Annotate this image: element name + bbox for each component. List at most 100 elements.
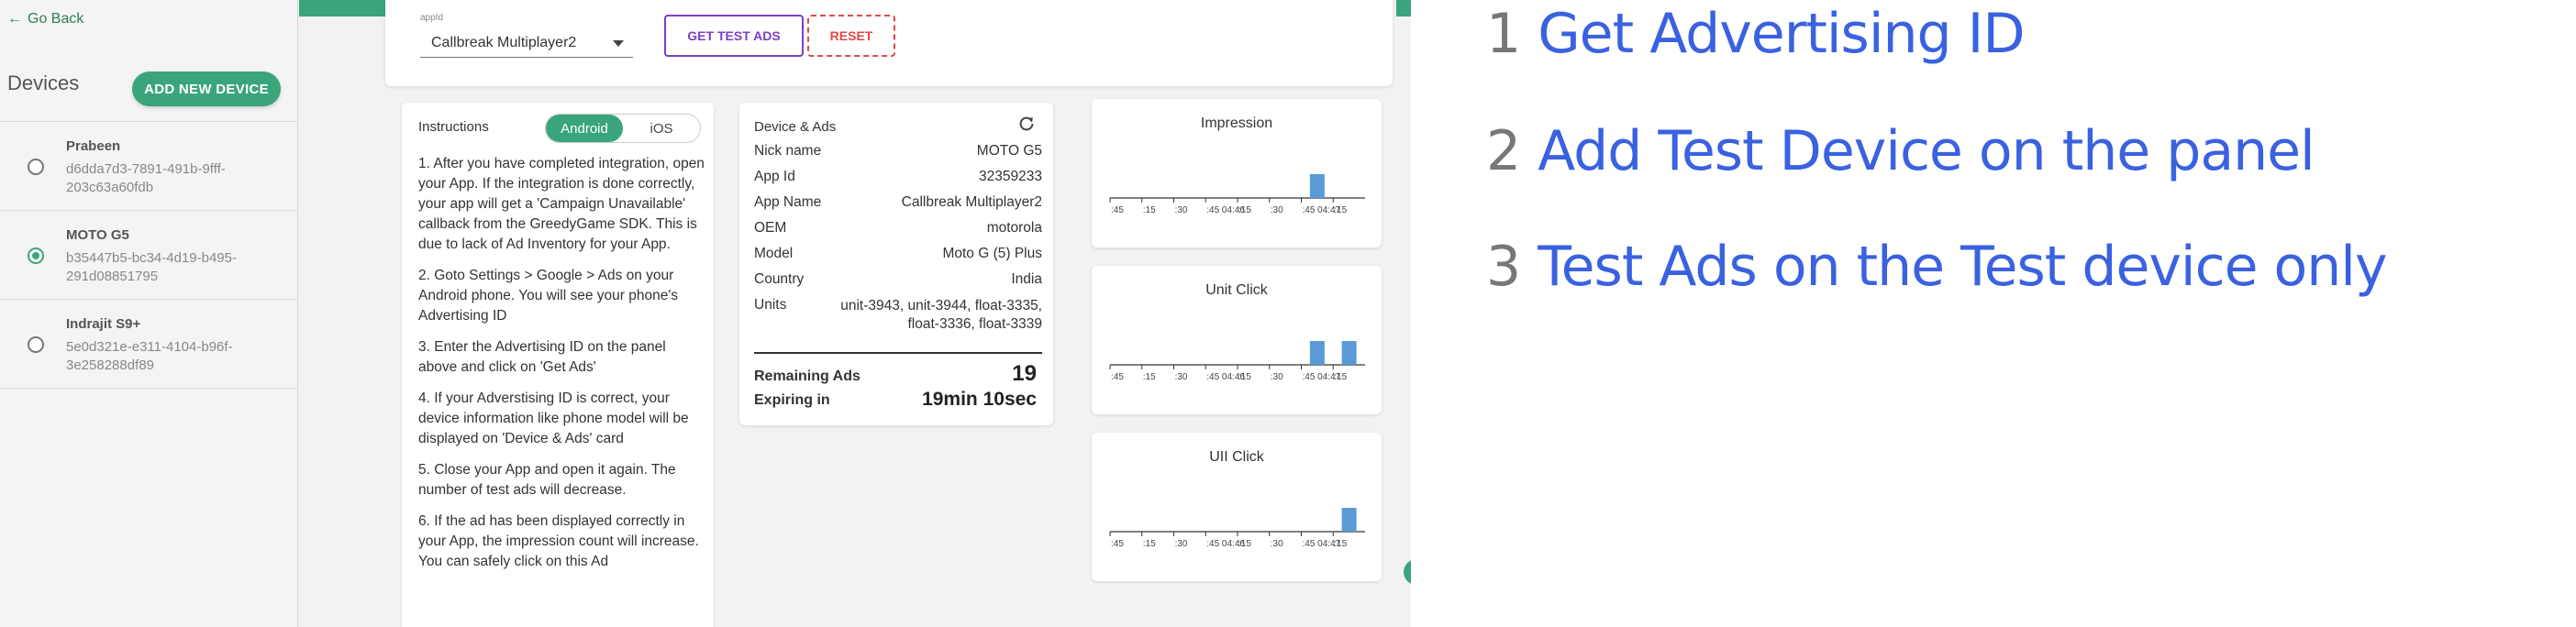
info-key: Country	[754, 271, 805, 287]
chart-bar	[1341, 508, 1357, 532]
device-radio-selected[interactable]	[28, 248, 44, 264]
instruction-step: 5. Close your App and open it again. The…	[418, 462, 676, 498]
info-value: Moto G (5) Plus	[942, 246, 1042, 261]
step-text: Test Ads on the Test device only	[1538, 235, 2387, 299]
info-value: Callbreak Multiplayer2	[901, 194, 1042, 210]
device-id: 5e0d321e-e311-4104-b96f-3e258288df89	[66, 339, 233, 373]
device-name: Prabeen	[66, 138, 121, 154]
header-strip-right	[1396, 0, 1411, 16]
reset-button[interactable]: RESET	[807, 15, 895, 57]
device-radio[interactable]	[28, 336, 44, 353]
step-item: 1 Get Advertising ID	[1486, 2, 2026, 66]
x-tick-label: :15	[1143, 205, 1156, 215]
os-toggle: Android iOS	[545, 114, 701, 143]
remaining-ads-value: 19	[1012, 361, 1037, 386]
appid-label: appId	[420, 13, 444, 23]
info-value: 32359233	[979, 169, 1042, 184]
x-tick-label: :30	[1175, 372, 1188, 382]
step-number: 3	[1486, 235, 1522, 299]
x-tick-label: :15	[1143, 372, 1156, 382]
tab-android[interactable]: Android	[546, 115, 623, 142]
refresh-icon[interactable]	[1016, 114, 1037, 134]
step-text: Get Advertising ID	[1538, 2, 2025, 66]
go-back-label: Go Back	[28, 11, 84, 27]
uii-click-chart: :45:15:30:45 04:46:15:30:45 04:47:15	[1109, 508, 1365, 549]
impression-chart: :45:15:30:45 04:46:15:30:45 04:47:15	[1109, 174, 1365, 215]
appid-select[interactable]: Callbreak Multiplayer2	[420, 28, 633, 58]
device-item-prabeen[interactable]: Prabeen d6dda7d3-7891-491b-9fff-203c63a6…	[0, 121, 297, 210]
info-key: Model	[754, 246, 794, 261]
step-item: 2 Add Test Device on the panel	[1486, 119, 2315, 183]
x-tick-label: :45	[1111, 205, 1124, 215]
app-selector-card: appId Callbreak Multiplayer2 GET TEST AD…	[385, 0, 1393, 86]
appid-value: Callbreak Multiplayer2	[431, 35, 577, 50]
impression-chart-card: Impression :45:15:30:45 04:46:15:30:45 0…	[1092, 99, 1382, 248]
unit-click-chart-card: Unit Click :45:15:30:45 04:46:15:30:45 0…	[1092, 266, 1382, 414]
x-tick-label: :15	[1334, 372, 1347, 382]
chart-bar	[1341, 341, 1357, 365]
x-tick-label: :30	[1175, 205, 1188, 215]
device-name: MOTO G5	[66, 227, 129, 243]
device-ads-card: Device & Ads Nick name MOTO G5 App Id 32…	[739, 103, 1053, 425]
device-item-moto-g5[interactable]: MOTO G5 b35447b5-bc34-4d19-b495-291d0885…	[0, 210, 297, 299]
instruction-steps: 1. After you have completed integration,…	[418, 154, 708, 583]
sidebar: ← Go Back Devices ADD NEW DEVICE Prabeen…	[0, 0, 298, 627]
instruction-step: 3. Enter the Advertising ID on the panel…	[418, 339, 666, 375]
x-tick-label: :45	[1111, 539, 1124, 549]
device-name: Indrajit S9+	[66, 316, 141, 332]
device-id: b35447b5-bc34-4d19-b495-291d08851795	[66, 250, 237, 284]
info-key: App Name	[754, 194, 822, 210]
steps-panel: 1 Get Advertising ID 2 Add Test Device o…	[1486, 0, 2495, 627]
go-back-link[interactable]: ← Go Back	[7, 11, 83, 28]
expiring-value: 19min 10sec	[922, 389, 1037, 410]
x-tick-label: :30	[1271, 539, 1283, 549]
step-number: 1	[1486, 2, 1522, 66]
x-tick-label: :30	[1271, 205, 1283, 215]
instruction-step: 4. If your Adverstising ID is correct, y…	[418, 390, 689, 446]
info-value: unit-3943, unit-3944, float-3335, float-…	[840, 298, 1042, 332]
device-id: d6dda7d3-7891-491b-9fff-203c63a60fdb	[66, 161, 226, 195]
floating-action-button[interactable]	[1404, 559, 1411, 585]
chart-bar	[1309, 341, 1325, 365]
remaining-ads-label: Remaining Ads	[754, 368, 861, 384]
get-test-ads-button[interactable]: GET TEST ADS	[664, 15, 804, 57]
step-item: 3 Test Ads on the Test device only	[1486, 235, 2387, 299]
instruction-step: 6. If the ad has been displayed correctl…	[418, 513, 699, 569]
expiring-label: Expiring in	[754, 392, 830, 408]
info-value: India	[1011, 271, 1042, 287]
info-key: Nick name	[754, 143, 822, 159]
chart-bar	[1309, 174, 1325, 198]
info-key: Units	[754, 297, 787, 313]
x-tick-label: :30	[1271, 372, 1283, 382]
unit-click-chart: :45:15:30:45 04:46:15:30:45 04:47:15	[1109, 341, 1365, 382]
info-value: motorola	[986, 220, 1042, 236]
x-tick-label: :15	[1143, 539, 1156, 549]
x-tick-label: :15	[1238, 205, 1251, 215]
info-key: OEM	[754, 220, 787, 236]
step-number: 2	[1486, 119, 1522, 183]
uii-click-chart-card: UII Click :45:15:30:45 04:46:15:30:45 04…	[1092, 433, 1382, 581]
step-text: Add Test Device on the panel	[1538, 119, 2315, 183]
divider	[754, 352, 1042, 354]
x-tick-label: :45	[1111, 372, 1124, 382]
device-ads-title: Device & Ads	[754, 119, 837, 135]
arrow-left-icon: ←	[7, 11, 22, 27]
caret-down-icon	[613, 40, 624, 47]
instructions-title: Instructions	[418, 119, 489, 135]
x-tick-label: :30	[1175, 539, 1188, 549]
info-key: App Id	[754, 169, 795, 184]
device-radio[interactable]	[28, 159, 44, 175]
instruction-step: 2. Goto Settings > Google > Ads on your …	[418, 268, 679, 324]
add-new-device-button[interactable]: ADD NEW DEVICE	[132, 72, 281, 106]
x-tick-label: :15	[1334, 205, 1347, 215]
tab-ios[interactable]: iOS	[623, 115, 700, 142]
x-tick-label: :15	[1334, 539, 1347, 549]
info-value: MOTO G5	[976, 143, 1042, 159]
instructions-card: Instructions Android iOS 1. After you ha…	[402, 103, 714, 627]
instruction-step: 1. After you have completed integration,…	[418, 156, 705, 252]
x-tick-label: :15	[1238, 539, 1251, 549]
dashboard-screenshot: ← Go Back Devices ADD NEW DEVICE Prabeen…	[0, 0, 1411, 627]
devices-title: Devices	[7, 72, 80, 94]
device-item-indrajit-s9[interactable]: Indrajit S9+ 5e0d321e-e311-4104-b96f-3e2…	[0, 299, 297, 389]
x-tick-label: :15	[1238, 372, 1251, 382]
